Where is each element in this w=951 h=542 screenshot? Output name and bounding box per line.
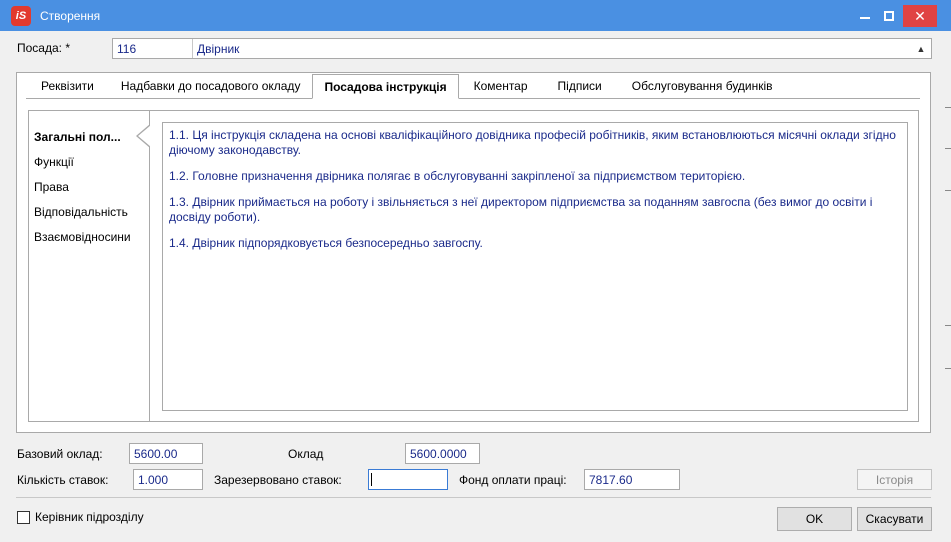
base-salary-label: Базовий оклад: [17,447,103,461]
app-logo-icon: iS [11,5,31,26]
position-label: Посада: * [17,41,70,55]
salary-field[interactable]: 5600.0000 [405,443,480,464]
section-item-relations[interactable]: Взаємовідносини [29,224,149,249]
tab-divider [26,98,920,99]
section-item-general[interactable]: Загальні пол... [29,124,149,149]
history-button[interactable]: Історія [857,469,932,490]
salary-label: Оклад [288,447,324,461]
payroll-fund-label: Фонд оплати праці: [459,473,567,487]
tab-salary-allowances[interactable]: Надбавки до посадового окладу [109,74,313,98]
dropdown-arrow-icon[interactable]: ▲ [911,39,931,58]
section-item-rights[interactable]: Права [29,174,149,199]
edge-mark [945,107,951,108]
edge-mark [945,190,951,191]
section-list: Загальні пол... Функції Права Відповідал… [29,111,150,421]
reserved-rates-label: Зарезервовано ставок: [214,473,342,487]
selection-pointer-fill [138,125,151,147]
ok-button[interactable]: OK [777,507,852,531]
tab-signatures[interactable]: Підписи [543,74,617,98]
tab-strip: Реквізити Надбавки до посадового окладу … [26,74,788,99]
instruction-paragraph: 1.4. Двірник підпорядковується безпосере… [169,236,483,250]
edge-mark [945,148,951,149]
rates-label: Кількість ставок: [17,473,109,487]
maximize-icon [884,10,894,21]
position-combo[interactable]: 116 Двірник ▲ [112,38,932,59]
section-item-functions[interactable]: Функції [29,149,149,174]
rates-field[interactable]: 1.000 [133,469,203,490]
close-icon: ✕ [914,8,926,24]
payroll-fund-field[interactable]: 7817.60 [584,469,680,490]
edge-mark [945,368,951,369]
position-name[interactable]: Двірник [193,39,911,58]
title-bar: iS Створення ✕ [0,0,951,31]
minimize-icon [860,16,870,19]
tab-comment[interactable]: Коментар [459,74,543,98]
tab-requisites[interactable]: Реквізити [26,74,109,98]
close-button[interactable]: ✕ [903,5,937,27]
head-of-unit-checkbox-row[interactable]: Керівник підрозділу [17,510,144,524]
edge-mark [945,325,951,326]
position-code[interactable]: 116 [113,39,193,58]
head-of-unit-checkbox[interactable] [17,510,30,524]
instruction-paragraph: 1.2. Головне призначення двірника поляга… [169,169,746,183]
cancel-button[interactable]: Скасувати [857,507,932,531]
window-title: Створення [40,8,101,23]
maximize-button[interactable] [875,0,903,31]
instruction-paragraph: 1.1. Ця інструкція складена на основі кв… [169,128,896,157]
text-cursor [371,473,372,486]
tab-job-instruction[interactable]: Посадова інструкція [312,74,459,99]
footer-divider [16,497,931,498]
section-item-responsibility[interactable]: Відповідальність [29,199,149,224]
head-of-unit-label: Керівник підрозділу [35,510,144,524]
tab-building-service[interactable]: Обслуговування будинків [617,74,788,98]
instruction-text-area[interactable]: 1.1. Ця інструкція складена на основі кв… [162,122,908,411]
base-salary-field[interactable]: 5600.00 [129,443,203,464]
background-window-edge [944,38,951,542]
reserved-rates-field[interactable] [368,469,448,490]
instruction-paragraph: 1.3. Двірник приймається на роботу і зві… [169,195,873,224]
